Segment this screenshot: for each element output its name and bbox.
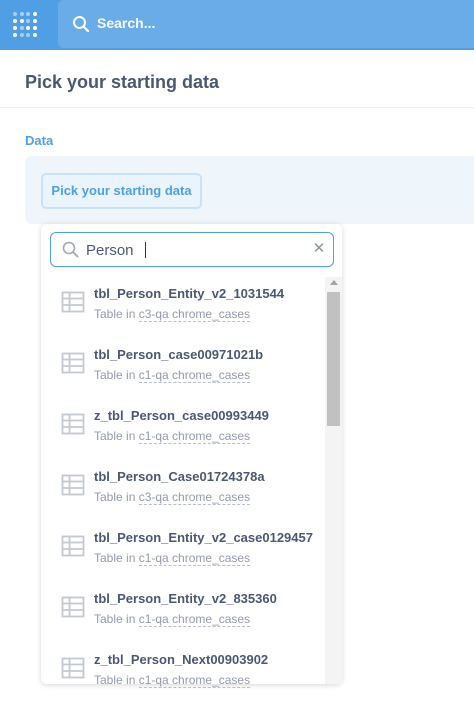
table-icon <box>61 413 85 435</box>
database-link[interactable]: c3-qa chrome_cases <box>138 307 251 322</box>
table-location-prefix: Table in <box>94 307 139 321</box>
global-search-bar[interactable]: Search... <box>58 0 474 48</box>
table-search-field[interactable]: ✕ <box>50 232 334 267</box>
table-result-item[interactable]: tbl_Person_Entity_v2_1031544 Table in c3… <box>41 280 326 341</box>
data-section-label: Data <box>25 133 54 148</box>
top-navigation-bar: Search... <box>0 0 474 50</box>
database-link[interactable]: c1-qa chrome_cases <box>138 551 251 566</box>
table-name: tbl_Person_Entity_v2_835360 <box>94 591 277 606</box>
search-icon <box>62 241 79 258</box>
table-icon <box>61 657 85 679</box>
table-location: Table in c3-qa chrome_cases <box>94 490 251 505</box>
text-cursor <box>145 242 146 258</box>
page-title: Pick your starting data <box>25 72 220 92</box>
table-location-prefix: Table in <box>94 490 139 504</box>
table-result-item[interactable]: tbl_Person_case00971021b Table in c1-qa … <box>41 341 326 402</box>
table-name: tbl_Person_Case01724378a <box>94 469 265 484</box>
table-name: tbl_Person_Entity_v2_1031544 <box>94 286 285 301</box>
database-link[interactable]: c1-qa chrome_cases <box>138 368 251 383</box>
table-location-prefix: Table in <box>94 429 139 443</box>
table-location: Table in c1-qa chrome_cases <box>94 429 251 444</box>
table-result-item[interactable]: tbl_Person_Case01724378a Table in c3-qa … <box>41 463 326 524</box>
metabase-logo-icon[interactable] <box>12 10 38 40</box>
table-location: Table in c1-qa chrome_cases <box>94 368 251 383</box>
pick-starting-data-button[interactable]: Pick your starting data <box>41 173 202 209</box>
table-name: z_tbl_Person_Next00903902 <box>94 652 269 667</box>
table-icon <box>61 474 85 496</box>
table-name: tbl_Person_Entity_v2_case0129457 <box>94 530 313 545</box>
database-link[interactable]: c3-qa chrome_cases <box>138 490 251 505</box>
table-location: Table in c3-qa chrome_cases <box>94 307 251 322</box>
table-location-prefix: Table in <box>94 673 139 687</box>
table-result-item[interactable]: tbl_Person_Entity_v2_835360 Table in c1-… <box>41 585 326 646</box>
scroll-up-arrow-icon[interactable] <box>330 280 338 285</box>
database-link[interactable]: c1-qa chrome_cases <box>138 673 251 688</box>
scrollbar-thumb[interactable] <box>327 292 340 426</box>
table-result-item[interactable]: tbl_Person_Entity_v2_case0129457 Table i… <box>41 524 326 585</box>
table-location: Table in c1-qa chrome_cases <box>94 673 251 688</box>
table-location: Table in c1-qa chrome_cases <box>94 612 251 627</box>
table-location-prefix: Table in <box>94 551 139 565</box>
search-icon <box>73 16 90 33</box>
database-link[interactable]: c1-qa chrome_cases <box>138 612 251 627</box>
table-icon <box>61 352 85 374</box>
data-picker-popover: ✕ tbl_Person_Entity_v2_1031544 Table in … <box>41 224 342 688</box>
table-result-item[interactable]: z_tbl_Person_case00993449 Table in c1-qa… <box>41 402 326 463</box>
table-search-input[interactable] <box>86 239 286 261</box>
search-results-list: tbl_Person_Entity_v2_1031544 Table in c3… <box>41 280 326 688</box>
global-search-placeholder: Search... <box>97 15 156 31</box>
table-name: tbl_Person_case00971021b <box>94 347 264 362</box>
page-header: Pick your starting data <box>0 50 474 108</box>
table-icon <box>61 291 85 313</box>
close-icon[interactable]: ✕ <box>310 240 328 258</box>
table-icon <box>61 535 85 557</box>
table-name: z_tbl_Person_case00993449 <box>94 408 269 423</box>
table-location-prefix: Table in <box>94 612 139 626</box>
table-result-item[interactable]: z_tbl_Person_Next00903902 Table in c1-qa… <box>41 646 326 707</box>
table-location: Table in c1-qa chrome_cases <box>94 551 251 566</box>
table-location-prefix: Table in <box>94 368 139 382</box>
database-link[interactable]: c1-qa chrome_cases <box>138 429 251 444</box>
table-icon <box>61 596 85 618</box>
